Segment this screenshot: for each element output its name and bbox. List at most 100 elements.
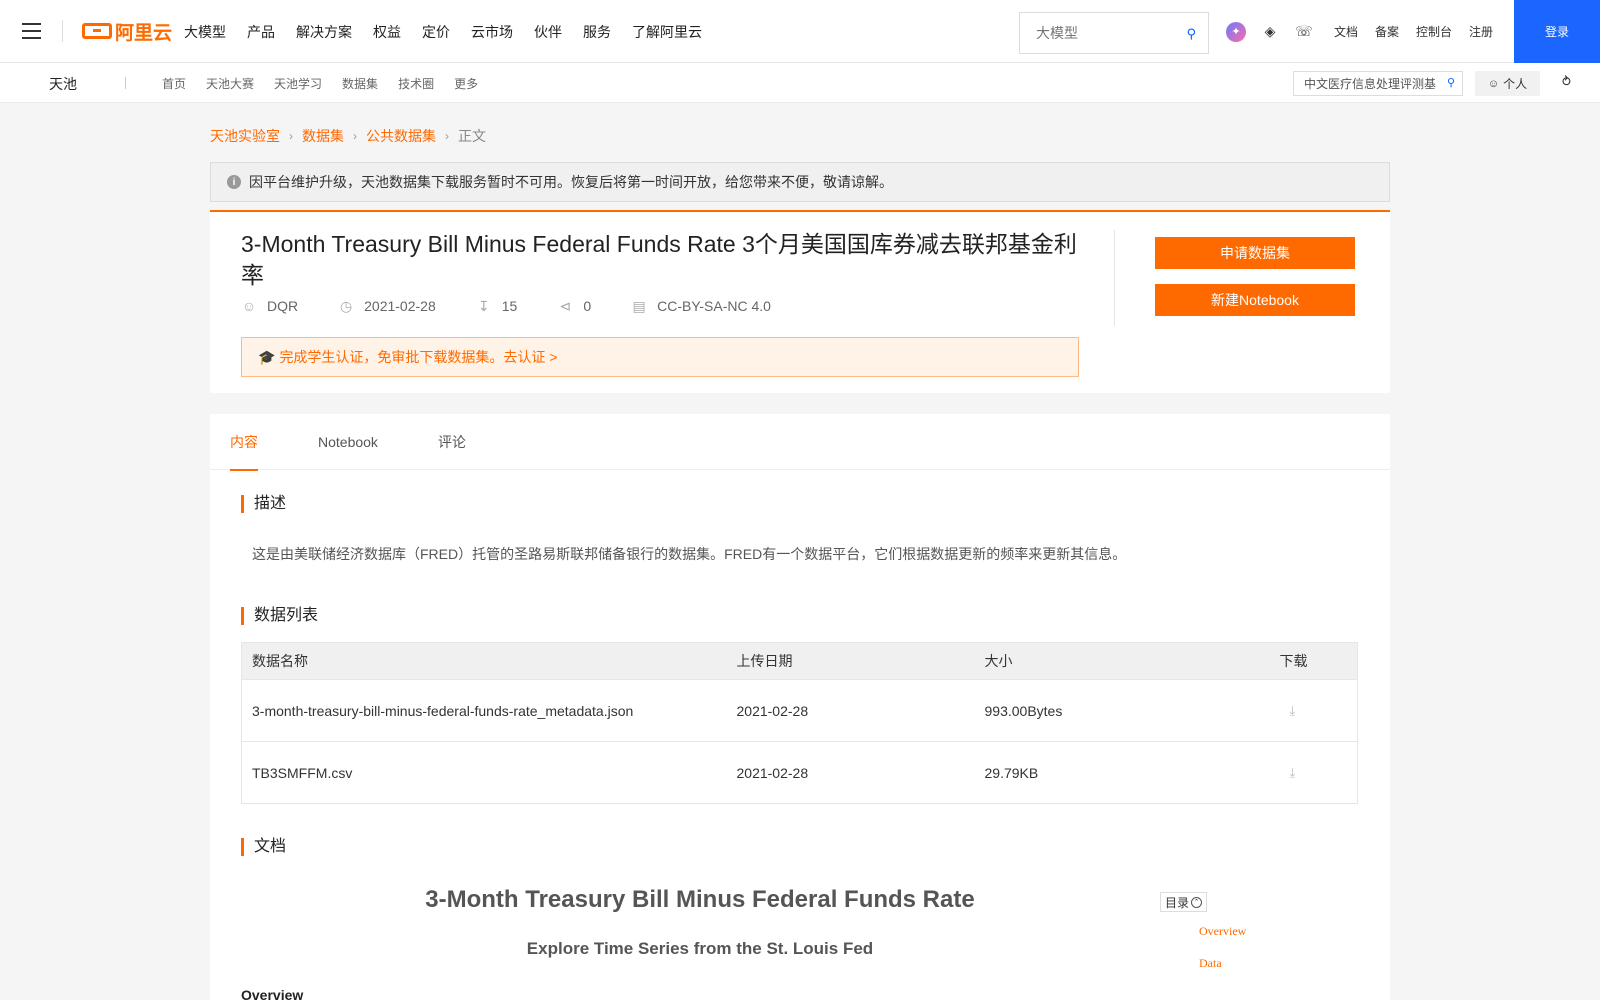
table-row: 3-month-treasury-bill-minus-federal-fund… bbox=[241, 679, 1358, 742]
maintenance-notice: i 因平台维护升级，天池数据集下载服务暂时不可用。恢复后将第一时间开放，给您带来… bbox=[210, 162, 1390, 202]
toc-label: 目录 bbox=[1165, 895, 1190, 910]
link-register[interactable]: 注册 bbox=[1469, 23, 1493, 40]
main-menu: 大模型 产品 解决方案 权益 定价 云市场 伙伴 服务 了解阿里云 bbox=[184, 0, 723, 63]
notice-text: 因平台维护升级，天池数据集下载服务暂时不可用。恢复后将第一时间开放，给您带来不便… bbox=[249, 174, 893, 190]
table-row: TB3SMFFM.csv 2021-02-28 29.79KB ⤓ bbox=[241, 741, 1358, 804]
new-notebook-button[interactable]: 新建Notebook bbox=[1155, 284, 1355, 316]
menu-item-solutions[interactable]: 解决方案 bbox=[296, 22, 352, 42]
subnav-competition[interactable]: 天池大赛 bbox=[206, 75, 254, 92]
user-icon: ☺ bbox=[241, 298, 257, 314]
divider bbox=[62, 20, 63, 42]
docs-heading: 文档 bbox=[241, 838, 286, 856]
menu-item-partners[interactable]: 伙伴 bbox=[534, 22, 562, 42]
toc-item-overview[interactable]: Overview bbox=[1199, 924, 1246, 939]
login-button[interactable]: 登录 bbox=[1514, 0, 1600, 63]
tab-content[interactable]: 内容 bbox=[230, 414, 258, 471]
student-cert-banner[interactable]: 🎓 完成学生认证，免审批下载数据集。去认证 > bbox=[241, 337, 1079, 377]
dataset-content: 内容 Notebook 评论 描述 这是由美联储经济数据库（FRED）托管的圣路… bbox=[210, 414, 1390, 1000]
link-filing[interactable]: 备案 bbox=[1375, 23, 1399, 40]
fullscreen-icon[interactable]: ⥁ bbox=[1562, 74, 1571, 90]
support-headset-icon[interactable]: ☏ bbox=[1294, 22, 1314, 42]
clock-icon: ◷ bbox=[340, 297, 353, 314]
aliyun-logo[interactable]: 阿里云 bbox=[82, 19, 173, 44]
subnav-search-input[interactable] bbox=[1294, 72, 1439, 95]
tab-notebook[interactable]: Notebook bbox=[318, 414, 378, 470]
col-name: 数据名称 bbox=[241, 642, 727, 680]
logo-text: 阿里云 bbox=[115, 22, 173, 44]
doc-title: 3-Month Treasury Bill Minus Federal Fund… bbox=[425, 886, 975, 913]
download-icon[interactable]: ⤓ bbox=[1290, 703, 1296, 718]
download-count-icon: ↧ bbox=[477, 297, 490, 314]
menu-item-about[interactable]: 了解阿里云 bbox=[632, 22, 702, 42]
col-download: 下载 bbox=[1269, 642, 1358, 680]
link-docs[interactable]: 文档 bbox=[1334, 23, 1358, 40]
file-size: 993.00Bytes bbox=[974, 679, 1270, 742]
table-header-row: 数据名称 上传日期 大小 下载 bbox=[241, 642, 1358, 680]
chevron-right-icon: › bbox=[353, 129, 357, 143]
license-icon: ▤ bbox=[632, 297, 646, 314]
subnav-links: 首页 天池大赛 天池学习 数据集 技术圈 更多 bbox=[162, 63, 498, 103]
activity-icon[interactable]: ◈ bbox=[1260, 22, 1280, 42]
personal-label: 个人 bbox=[1503, 77, 1528, 91]
menu-item-marketplace[interactable]: 云市场 bbox=[471, 22, 513, 42]
menu-item-services[interactable]: 服务 bbox=[583, 22, 611, 42]
dataset-downloads: 15 bbox=[501, 298, 518, 314]
file-date: 2021-02-28 bbox=[726, 679, 975, 742]
global-search-input[interactable] bbox=[1020, 13, 1170, 53]
menu-item-llm[interactable]: 大模型 bbox=[184, 22, 226, 42]
breadcrumb-lab[interactable]: 天池实验室 bbox=[210, 126, 280, 146]
data-list-heading: 数据列表 bbox=[241, 607, 318, 625]
tianchi-subnav: 天池 首页 天池大赛 天池学习 数据集 技术圈 更多 ⚲ ☺ 个人 ⥁ bbox=[0, 63, 1600, 103]
top-navbar: 阿里云 大模型 产品 解决方案 权益 定价 云市场 伙伴 服务 了解阿里云 ⚲ … bbox=[0, 0, 1600, 63]
ai-assistant-icon[interactable]: ✦ bbox=[1226, 21, 1246, 42]
toc-toggle[interactable]: 目录 ⌃ bbox=[1160, 892, 1208, 912]
subnav-datasets[interactable]: 数据集 bbox=[342, 75, 378, 92]
doc-overview-heading: Overview bbox=[241, 987, 304, 1000]
apply-dataset-button[interactable]: 申请数据集 bbox=[1155, 237, 1355, 269]
chevron-right-icon: › bbox=[289, 129, 293, 143]
info-icon: i bbox=[227, 175, 241, 189]
file-name: 3-month-treasury-bill-minus-federal-fund… bbox=[241, 679, 727, 742]
dataset-license: CC-BY-SA-NC 4.0 bbox=[657, 298, 771, 314]
student-cert-text: 完成学生认证，免审批下载数据集。去认证 > bbox=[279, 349, 558, 365]
file-date: 2021-02-28 bbox=[726, 741, 975, 804]
divider bbox=[1114, 230, 1115, 326]
col-size: 大小 bbox=[974, 642, 1270, 680]
breadcrumb-current: 正文 bbox=[458, 128, 486, 144]
subnav-home[interactable]: 首页 bbox=[162, 75, 186, 92]
chevron-right-icon: › bbox=[445, 129, 449, 143]
download-icon[interactable]: ⤓ bbox=[1290, 765, 1296, 780]
dataset-date: 2021-02-28 bbox=[364, 298, 436, 314]
subnav-search: ⚲ bbox=[1293, 71, 1463, 96]
file-size: 29.79KB bbox=[974, 741, 1270, 804]
search-icon[interactable]: ⚲ bbox=[1447, 76, 1455, 89]
menu-icon[interactable] bbox=[22, 23, 41, 39]
description-heading: 描述 bbox=[241, 495, 286, 513]
user-icon: ☺ bbox=[1487, 77, 1500, 90]
breadcrumb-datasets[interactable]: 数据集 bbox=[302, 126, 344, 146]
search-icon[interactable]: ⚲ bbox=[1186, 26, 1196, 42]
tab-comments[interactable]: 评论 bbox=[438, 414, 466, 470]
breadcrumb: 天池实验室 › 数据集 › 公共数据集 › 正文 bbox=[210, 126, 486, 146]
header-icons: ✦ ◈ ☏ bbox=[1226, 0, 1328, 63]
subnav-tech-circle[interactable]: 技术圈 bbox=[398, 75, 434, 92]
description-text: 这是由美联储经济数据库（FRED）托管的圣路易斯联邦储备银行的数据集。FRED有… bbox=[252, 546, 1127, 562]
link-console[interactable]: 控制台 bbox=[1416, 23, 1452, 40]
doc-subtitle: Explore Time Series from the St. Louis F… bbox=[526, 939, 874, 958]
content-tabs: 内容 Notebook 评论 bbox=[210, 414, 1390, 471]
tianchi-brand[interactable]: 天池 bbox=[49, 74, 77, 94]
menu-item-pricing[interactable]: 定价 bbox=[422, 22, 450, 42]
menu-item-benefits[interactable]: 权益 bbox=[373, 22, 401, 42]
file-name: TB3SMFFM.csv bbox=[241, 741, 727, 804]
breadcrumb-public-datasets[interactable]: 公共数据集 bbox=[366, 126, 436, 146]
divider bbox=[125, 77, 126, 89]
subnav-more[interactable]: 更多 bbox=[454, 75, 478, 92]
global-search: ⚲ bbox=[1019, 12, 1209, 54]
chevron-up-icon: ⌃ bbox=[1191, 896, 1203, 908]
dataset-title: 3-Month Treasury Bill Minus Federal Fund… bbox=[241, 231, 1077, 288]
subnav-learning[interactable]: 天池学习 bbox=[274, 75, 322, 92]
menu-item-products[interactable]: 产品 bbox=[247, 22, 275, 42]
share-icon: ⊲ bbox=[559, 297, 572, 314]
personal-button[interactable]: ☺ 个人 bbox=[1475, 71, 1540, 96]
toc-item-data[interactable]: Data bbox=[1199, 956, 1222, 971]
